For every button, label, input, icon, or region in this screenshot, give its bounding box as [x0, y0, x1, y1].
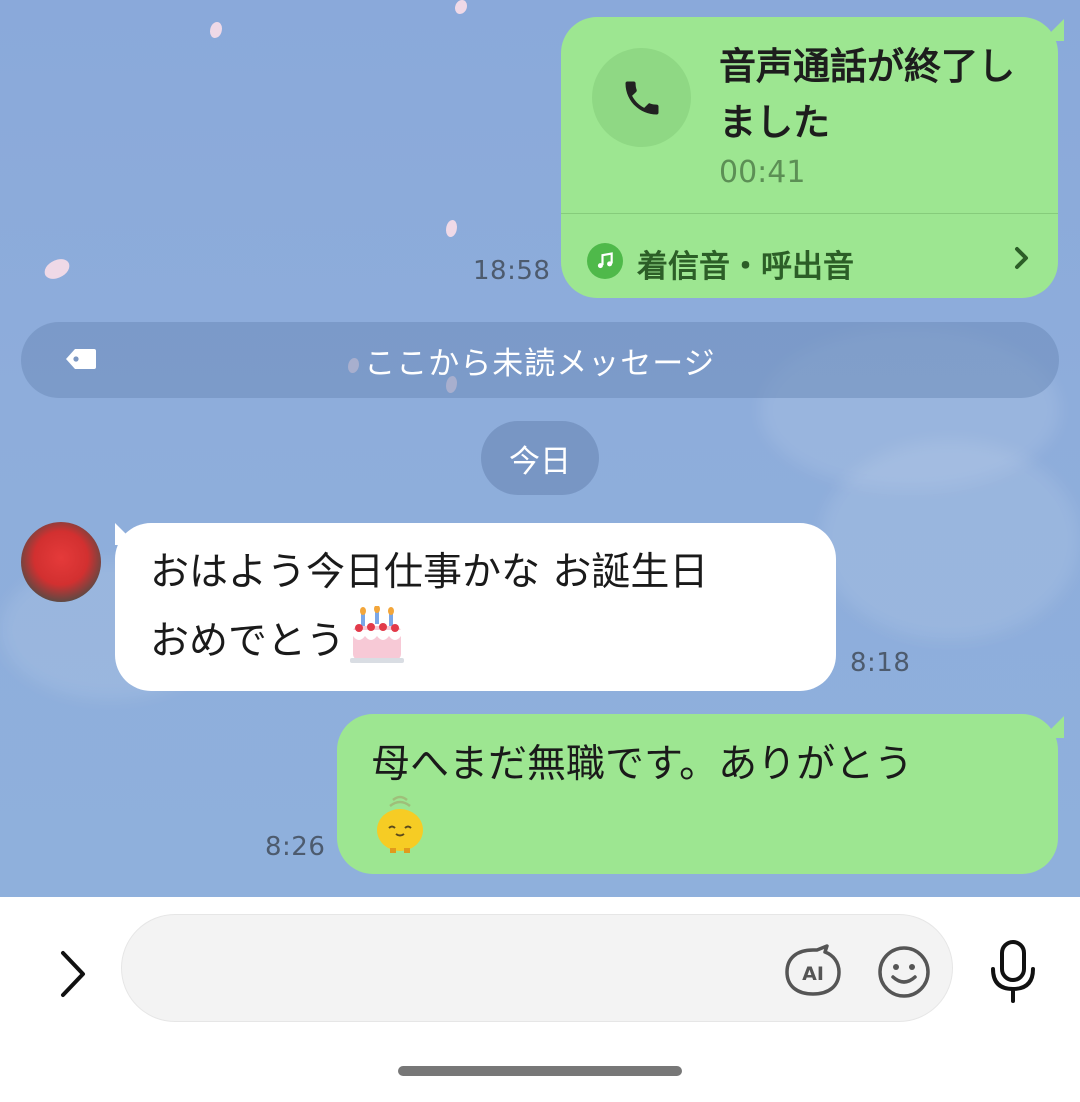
incoming-message-bubble[interactable]: おはよう今日仕事かな お誕生日 おめでとう — [115, 523, 836, 691]
background-cloud — [820, 440, 1080, 640]
emoji-icon[interactable] — [876, 944, 932, 1000]
message-time: 8:18 — [850, 648, 911, 678]
bubble-tail — [1042, 716, 1064, 738]
phone-icon — [592, 48, 691, 147]
music-note-icon — [587, 243, 623, 279]
chevron-right-icon[interactable] — [1012, 243, 1032, 277]
divider — [561, 213, 1058, 214]
message-text-line: 母へまだ無職です。ありがとう — [371, 742, 914, 787]
message-text: おめでとう — [150, 619, 346, 664]
outgoing-message-bubble[interactable]: 母へまだ無職です。ありがとう — [337, 714, 1064, 874]
message-time: 18:58 — [473, 256, 551, 286]
avatar[interactable] — [21, 522, 101, 602]
unread-messages-divider: ここから未読メッセージ — [21, 322, 1059, 398]
ai-icon[interactable]: AI — [783, 944, 843, 999]
call-duration: 00:41 — [719, 155, 806, 190]
bubble-tail — [115, 523, 137, 545]
tag-icon — [65, 348, 97, 374]
message-text-line: おはよう今日仕事かな お誕生日 — [150, 550, 709, 595]
home-indicator — [398, 1066, 682, 1076]
message-text-line: おめでとう — [150, 605, 407, 683]
sakura-petal — [446, 220, 457, 237]
bubble-tail — [1042, 19, 1064, 41]
call-ended-bubble[interactable]: 音声通話が終了しました 00:41 着信音・呼出音 — [561, 17, 1064, 298]
chevron-right-expand-icon[interactable] — [48, 944, 98, 1004]
ringtone-link[interactable]: 着信音・呼出音 — [637, 241, 854, 286]
ai-label: AI — [802, 963, 824, 985]
chat-area: 18:58 音声通話が終了しました 00:41 着信音・呼出音 ここから未読メッ… — [0, 0, 1080, 897]
date-separator: 今日 — [481, 421, 599, 495]
microphone-icon[interactable] — [985, 939, 1041, 1005]
sakura-petal — [42, 256, 72, 282]
birthday-cake-emoji — [347, 605, 407, 683]
sakura-petal — [210, 22, 222, 38]
sakura-petal — [455, 0, 467, 14]
unread-label: ここから未読メッセージ — [364, 345, 716, 382]
call-ended-title: 音声通話が終了しました — [719, 45, 1015, 144]
message-time: 8:26 — [265, 832, 326, 862]
chick-emoji — [371, 792, 429, 858]
